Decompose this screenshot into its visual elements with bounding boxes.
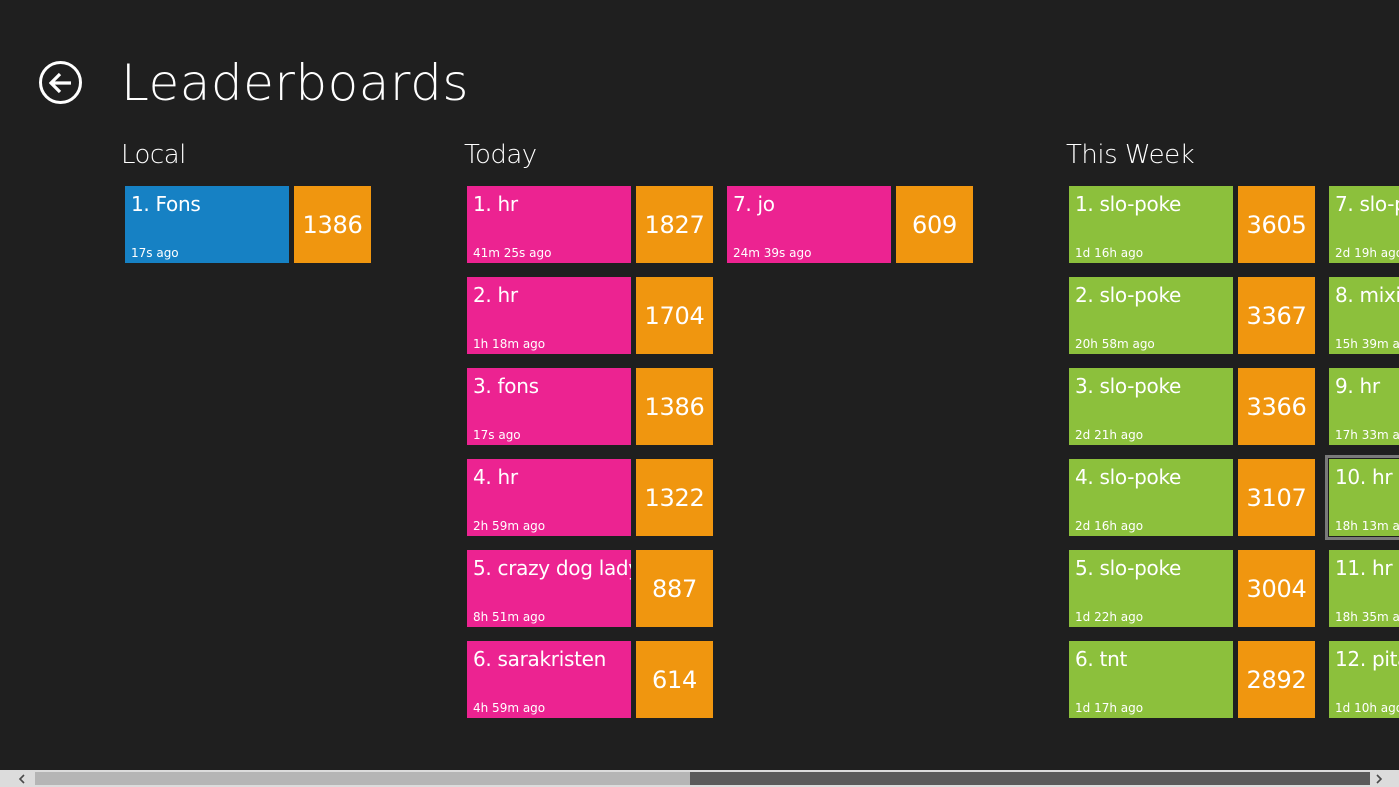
leaderboard-entry[interactable]: 8. mixic 15h 39m ag bbox=[1329, 277, 1399, 354]
entry-score[interactable]: 2892 bbox=[1238, 641, 1315, 718]
back-button[interactable] bbox=[39, 61, 82, 104]
entry-time: 20h 58m ago bbox=[1075, 337, 1155, 351]
leaderboard-entry[interactable]: 6. tnt 1d 17h ago bbox=[1069, 641, 1233, 718]
leaderboard-entry[interactable]: 5. crazy dog lady 8h 51m ago bbox=[467, 550, 631, 627]
entry-time: 24m 39s ago bbox=[733, 246, 812, 260]
entry-name: 1. slo-poke bbox=[1075, 192, 1182, 216]
entry-time: 1h 18m ago bbox=[473, 337, 546, 351]
entry-name: 4. hr bbox=[473, 465, 518, 489]
entry-score[interactable]: 609 bbox=[896, 186, 973, 263]
entry-score[interactable]: 614 bbox=[636, 641, 713, 718]
entry-name: 2. slo-poke bbox=[1075, 283, 1182, 307]
entry-time: 1d 22h ago bbox=[1075, 610, 1144, 624]
entry-name: 10. hr bbox=[1335, 465, 1393, 489]
entry-time: 2h 59m ago bbox=[473, 519, 546, 533]
entry-name: 3. slo-poke bbox=[1075, 374, 1182, 398]
entry-name: 5. slo-poke bbox=[1075, 556, 1182, 580]
entry-score[interactable]: 3367 bbox=[1238, 277, 1315, 354]
entry-score[interactable]: 1386 bbox=[636, 368, 713, 445]
leaderboard-entry[interactable]: 7. slo-p 2d 19h ago bbox=[1329, 186, 1399, 263]
leaderboard-entry[interactable]: 1. slo-poke 1d 16h ago bbox=[1069, 186, 1233, 263]
entry-time: 18h 13m ag bbox=[1335, 519, 1399, 533]
entry-time: 17s ago bbox=[131, 246, 179, 260]
page-title: Leaderboards bbox=[121, 54, 469, 112]
entry-time: 17h 33m ag bbox=[1335, 428, 1399, 442]
entry-name: 7. jo bbox=[733, 192, 775, 216]
entry-time: 41m 25s ago bbox=[473, 246, 552, 260]
entry-score[interactable]: 1827 bbox=[636, 186, 713, 263]
leaderboard-entry[interactable]: 10. hr 18h 13m ag bbox=[1325, 455, 1399, 540]
entry-time: 4h 59m ago bbox=[473, 701, 546, 715]
entry-name: 1. Fons bbox=[131, 192, 201, 216]
leaderboard-entry[interactable]: 3. slo-poke 2d 21h ago bbox=[1069, 368, 1233, 445]
leaderboard-entry[interactable]: 5. slo-poke 1d 22h ago bbox=[1069, 550, 1233, 627]
entry-score[interactable]: 1386 bbox=[294, 186, 371, 263]
entry-time: 2d 16h ago bbox=[1075, 519, 1144, 533]
leaderboard-entry[interactable]: 1. hr 41m 25s ago bbox=[467, 186, 631, 263]
entry-name: 7. slo-p bbox=[1335, 192, 1399, 216]
entry-score[interactable]: 887 bbox=[636, 550, 713, 627]
leaderboard-entry[interactable]: 3. fons 17s ago bbox=[467, 368, 631, 445]
entry-name: 6. sarakristen bbox=[473, 647, 606, 671]
entry-score[interactable]: 1322 bbox=[636, 459, 713, 536]
leaderboard-entry[interactable]: 4. slo-poke 2d 16h ago bbox=[1069, 459, 1233, 536]
leaderboard-entry[interactable]: 9. hr 17h 33m ag bbox=[1329, 368, 1399, 445]
section-header-this-week: This Week bbox=[1066, 140, 1195, 170]
entry-score[interactable]: 3107 bbox=[1238, 459, 1315, 536]
scrollbar-thumb[interactable] bbox=[35, 772, 690, 785]
entry-time: 1d 16h ago bbox=[1075, 246, 1144, 260]
entry-name: 1. hr bbox=[473, 192, 518, 216]
leaderboard-entry[interactable]: 2. hr 1h 18m ago bbox=[467, 277, 631, 354]
leaderboard-entry[interactable]: 6. sarakristen 4h 59m ago bbox=[467, 641, 631, 718]
leaderboard-entry[interactable]: 7. jo 24m 39s ago bbox=[727, 186, 891, 263]
entry-name: 6. tnt bbox=[1075, 647, 1127, 671]
chevron-left-icon[interactable] bbox=[13, 770, 30, 787]
section-header-local: Local bbox=[121, 140, 186, 170]
arrow-left-icon bbox=[48, 72, 71, 93]
entry-name: 3. fons bbox=[473, 374, 539, 398]
entry-score[interactable]: 3366 bbox=[1238, 368, 1315, 445]
entry-time: 1d 10h ago bbox=[1335, 701, 1399, 715]
scrollbar-track[interactable] bbox=[690, 772, 1370, 785]
entry-name: 2. hr bbox=[473, 283, 518, 307]
entry-score[interactable]: 3605 bbox=[1238, 186, 1315, 263]
entry-time: 17s ago bbox=[473, 428, 521, 442]
entry-name: 4. slo-poke bbox=[1075, 465, 1182, 489]
entry-name: 11. hr bbox=[1335, 556, 1393, 580]
leaderboard-entry[interactable]: 11. hr 18h 35m ag bbox=[1329, 550, 1399, 627]
leaderboard-entry[interactable]: 1. Fons 17s ago bbox=[125, 186, 289, 263]
leaderboard-entry[interactable]: 12. pita 1d 10h ago bbox=[1329, 641, 1399, 718]
entry-time: 2d 19h ago bbox=[1335, 246, 1399, 260]
entry-time: 8h 51m ago bbox=[473, 610, 546, 624]
leaderboard-entry[interactable]: 2. slo-poke 20h 58m ago bbox=[1069, 277, 1233, 354]
entry-name: 9. hr bbox=[1335, 374, 1380, 398]
entry-name: 8. mixic bbox=[1335, 283, 1399, 307]
entry-time: 1d 17h ago bbox=[1075, 701, 1144, 715]
entry-time: 2d 21h ago bbox=[1075, 428, 1144, 442]
section-header-today: Today bbox=[464, 140, 537, 170]
entry-name: 5. crazy dog lady bbox=[473, 556, 631, 580]
entry-time: 18h 35m ag bbox=[1335, 610, 1399, 624]
entry-name: 12. pita bbox=[1335, 647, 1399, 671]
leaderboard-entry[interactable]: 4. hr 2h 59m ago bbox=[467, 459, 631, 536]
chevron-right-icon[interactable] bbox=[1370, 770, 1387, 787]
leaderboards-page: Leaderboards Local Today This Week 1. Fo… bbox=[0, 0, 1399, 787]
horizontal-scrollbar[interactable] bbox=[0, 770, 1399, 787]
entry-score[interactable]: 1704 bbox=[636, 277, 713, 354]
entry-time: 15h 39m ag bbox=[1335, 337, 1399, 351]
entry-score[interactable]: 3004 bbox=[1238, 550, 1315, 627]
